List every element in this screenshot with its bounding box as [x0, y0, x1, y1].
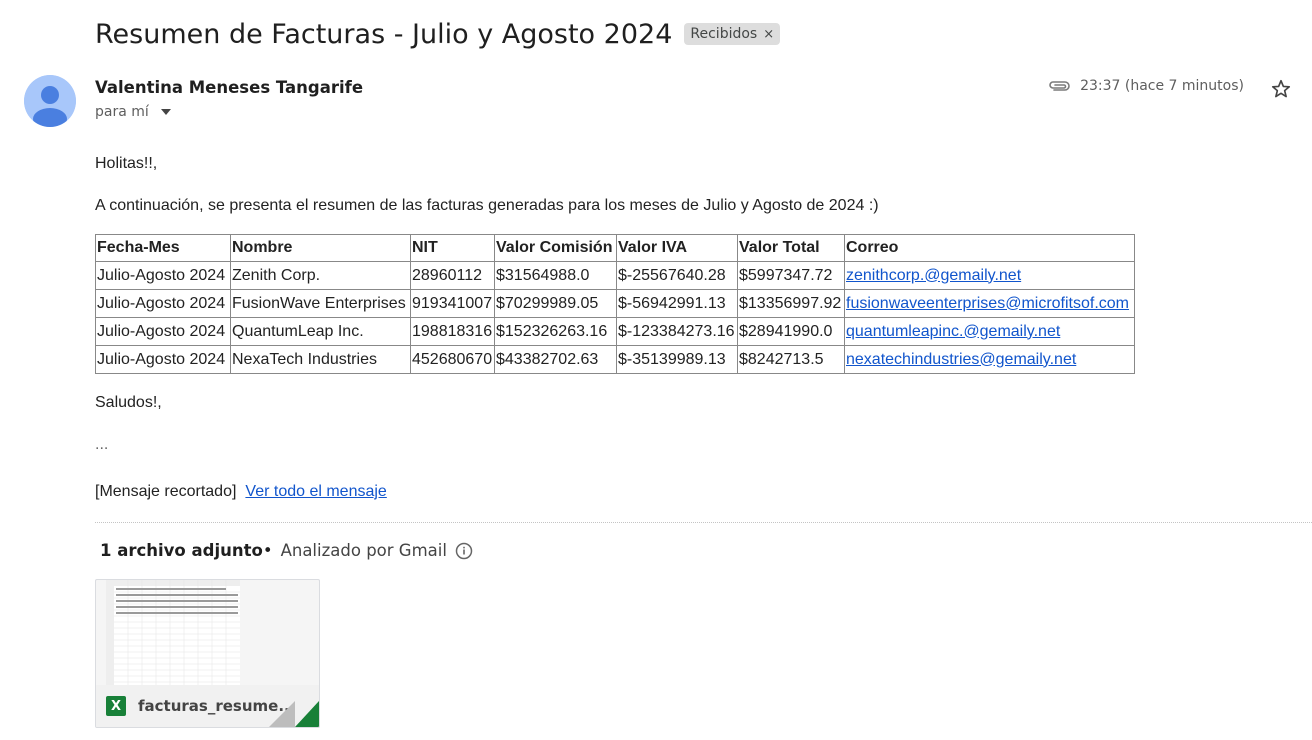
- closing-text: Saludos!,: [95, 394, 162, 411]
- label-text: Recibidos: [690, 26, 758, 42]
- remove-label-icon[interactable]: ×: [763, 27, 774, 42]
- scanned-label: Analizado por Gmail: [280, 541, 447, 560]
- attachment-card[interactable]: X facturas_resume...: [95, 579, 320, 728]
- table-cell: Julio-Agosto 2024: [95, 317, 231, 346]
- table-cell: $43382702.63: [494, 345, 617, 374]
- table-cell: 28960112: [410, 261, 495, 290]
- table-cell: NexaTech Industries: [230, 345, 411, 374]
- table-cell: Julio-Agosto 2024: [95, 261, 231, 290]
- attachments-header: 1 archivo adjunto • Analizado por Gmail: [100, 541, 473, 560]
- chevron-down-icon[interactable]: [160, 109, 171, 115]
- view-full-message-link[interactable]: Ver todo el mensaje: [245, 483, 386, 501]
- person-icon: [24, 75, 76, 127]
- header-cell: Fecha-Mes: [95, 234, 231, 262]
- email-link[interactable]: fusionwaveenterprises@microfitsof.com: [846, 295, 1129, 312]
- recipient-text: para mí: [95, 104, 149, 120]
- email-link[interactable]: zenithcorp.@gemaily.net: [846, 267, 1021, 284]
- trimmed-message-row: [Mensaje recortado] Ver todo el mensaje: [95, 483, 387, 501]
- trimmed-label: [Mensaje recortado]: [95, 483, 237, 500]
- recipient-row[interactable]: para mí: [95, 104, 171, 120]
- table-cell: $-25567640.28: [616, 261, 738, 290]
- file-corner-icon: [269, 701, 319, 727]
- table-cell: Julio-Agosto 2024: [95, 289, 231, 318]
- email-link[interactable]: quantumleapinc.@gemaily.net: [846, 323, 1060, 340]
- separator-dot: •: [262, 541, 273, 560]
- table-cell: $152326263.16: [494, 317, 617, 346]
- header-cell: NIT: [410, 234, 495, 262]
- table-cell: QuantumLeap Inc.: [230, 317, 411, 346]
- table-cell: quantumleapinc.@gemaily.net: [844, 317, 1135, 346]
- table-cell: 919341007: [410, 289, 495, 318]
- table-cell: $13356997.92: [737, 289, 845, 318]
- table-cell: $5997347.72: [737, 261, 845, 290]
- info-icon[interactable]: [455, 542, 473, 560]
- intro-text: A continuación, se presenta el resumen d…: [95, 197, 879, 214]
- table-cell: 198818316: [410, 317, 495, 346]
- table-cell: $28941990.0: [737, 317, 845, 346]
- email-subject: Resumen de Facturas - Julio y Agosto 202…: [95, 18, 673, 50]
- attachment-count: 1 archivo adjunto: [100, 541, 263, 560]
- ellipsis-text[interactable]: ...: [95, 436, 108, 454]
- table-row: Julio-Agosto 2024 Zenith Corp. 28960112 …: [95, 261, 1135, 290]
- spreadsheet-thumbnail: [106, 580, 240, 688]
- sender-name[interactable]: Valentina Meneses Tangarife: [95, 78, 363, 97]
- message-time: 23:37 (hace 7 minutos): [1080, 78, 1244, 94]
- table-cell: Julio-Agosto 2024: [95, 345, 231, 374]
- table-cell: Zenith Corp.: [230, 261, 411, 290]
- table-cell: $70299989.05: [494, 289, 617, 318]
- invoice-table: Fecha-Mes Nombre NIT Valor Comisión Valo…: [95, 234, 1135, 374]
- table-cell: FusionWave Enterprises: [230, 289, 411, 318]
- inbox-label-chip[interactable]: Recibidos ×: [684, 23, 781, 45]
- excel-icon: X: [106, 696, 126, 716]
- email-link[interactable]: nexatechindustries@gemaily.net: [846, 351, 1076, 368]
- message-meta: 23:37 (hace 7 minutos): [1048, 78, 1244, 94]
- attachment-clip-icon: [1049, 81, 1070, 91]
- table-cell: $31564988.0: [494, 261, 617, 290]
- table-cell: 452680670: [410, 345, 495, 374]
- header-cell: Valor IVA: [616, 234, 738, 262]
- table-cell: $8242713.5: [737, 345, 845, 374]
- table-cell: $-56942991.13: [616, 289, 738, 318]
- table-cell: fusionwaveenterprises@microfitsof.com: [844, 289, 1135, 318]
- table-cell: zenithcorp.@gemaily.net: [844, 261, 1135, 290]
- table-cell: nexatechindustries@gemaily.net: [844, 345, 1135, 374]
- table-header-row: Fecha-Mes Nombre NIT Valor Comisión Valo…: [95, 234, 1135, 262]
- table-row: Julio-Agosto 2024 FusionWave Enterprises…: [95, 289, 1135, 318]
- attachments-divider: [95, 522, 1312, 523]
- table-row: Julio-Agosto 2024 NexaTech Industries 45…: [95, 345, 1135, 374]
- table-cell: $-35139989.13: [616, 345, 738, 374]
- table-cell: $-123384273.16: [616, 317, 738, 346]
- header-cell: Valor Total: [737, 234, 845, 262]
- table-row: Julio-Agosto 2024 QuantumLeap Inc. 19881…: [95, 317, 1135, 346]
- greeting-text: Holitas!!,: [95, 155, 158, 172]
- subject-row: Resumen de Facturas - Julio y Agosto 202…: [95, 16, 781, 52]
- header-cell: Nombre: [230, 234, 411, 262]
- sender-avatar[interactable]: [24, 75, 76, 127]
- header-cell: Valor Comisión: [494, 234, 617, 262]
- header-cell: Correo: [844, 234, 1135, 262]
- star-icon[interactable]: [1270, 78, 1292, 100]
